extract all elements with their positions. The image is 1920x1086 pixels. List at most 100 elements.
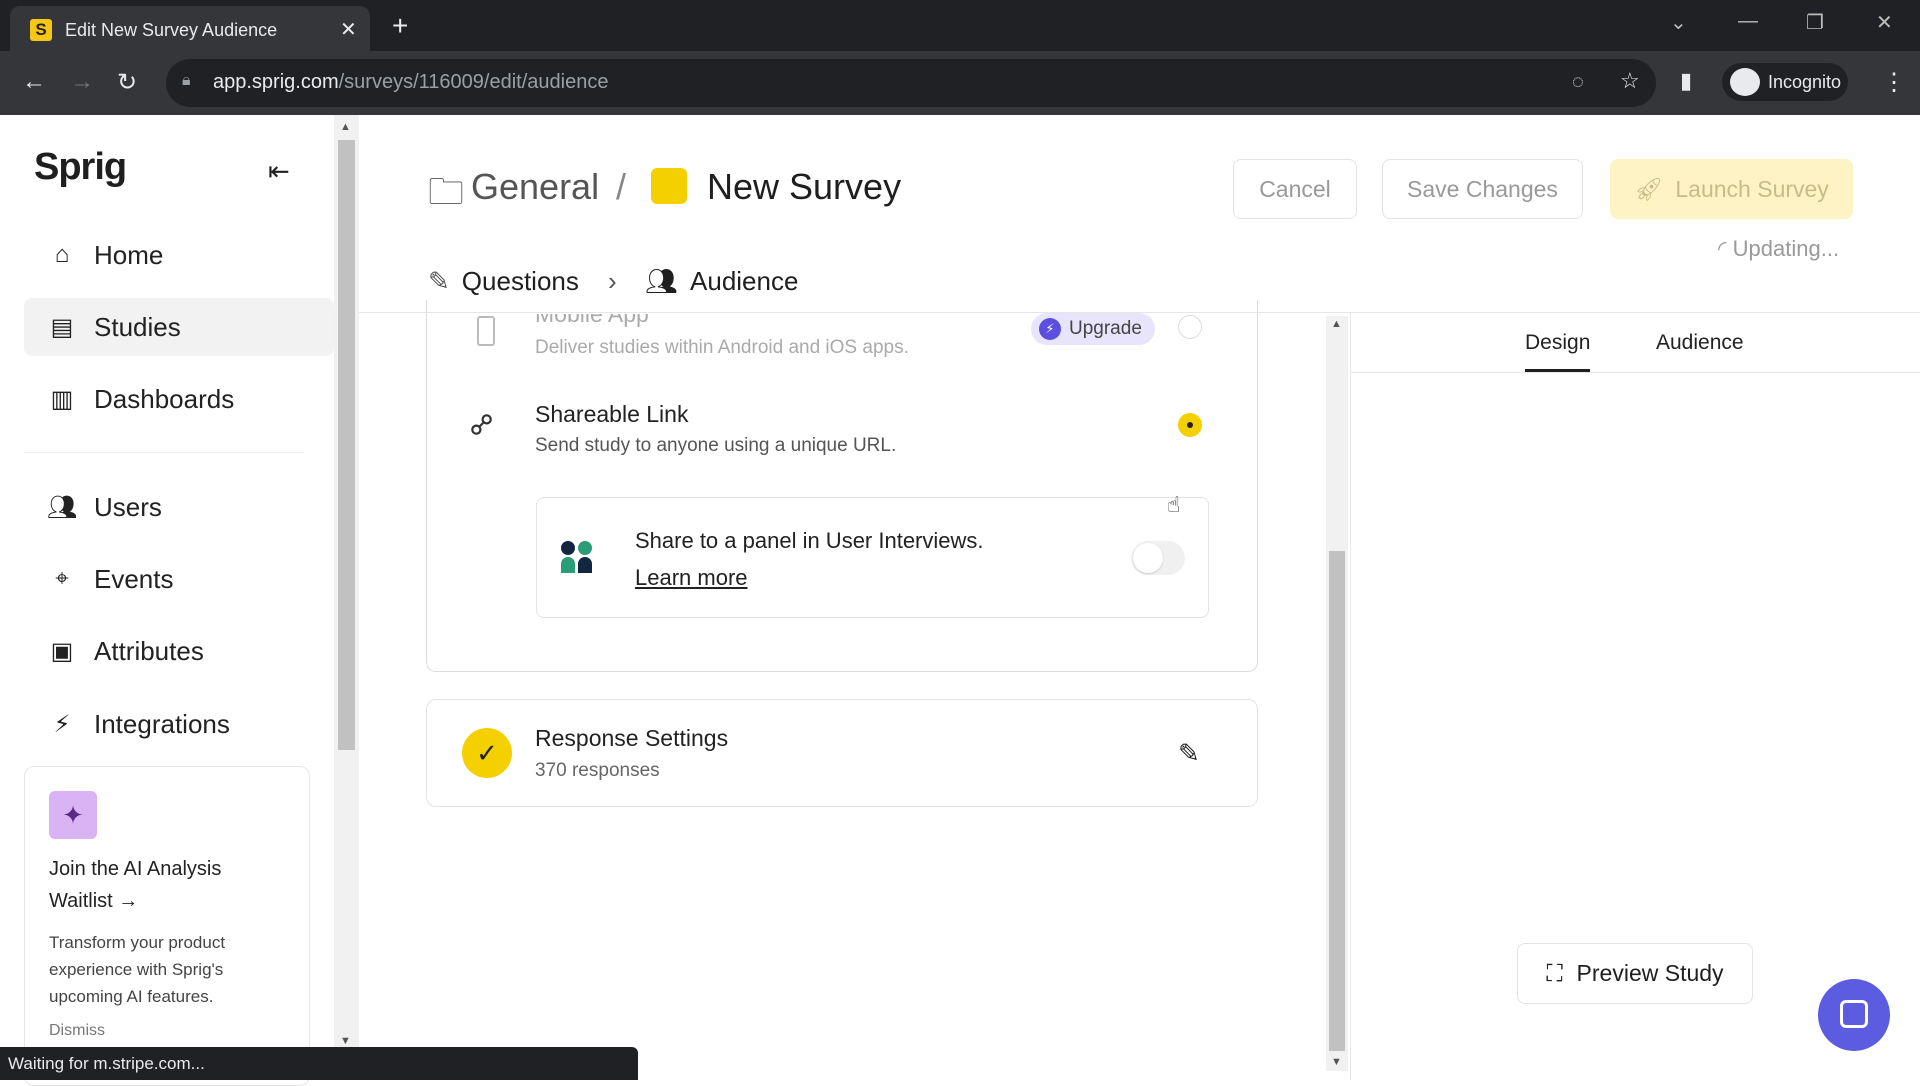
cancel-button[interactable]: Cancel: [1233, 159, 1357, 219]
url-text[interactable]: app.sprig.com/surveys/116009/edit/audien…: [213, 71, 608, 94]
sidebar-item-integrations[interactable]: ⚡︎ Integrations: [24, 695, 334, 753]
expand-icon: ⛶: [1546, 960, 1563, 986]
mobile-app-description: Deliver studies within Android and iOS a…: [535, 337, 909, 358]
sidebar-item-events[interactable]: ⌖ Events: [24, 550, 334, 608]
spinner-icon: ◜: [1718, 236, 1727, 261]
sidebar-item-label: Studies: [94, 311, 181, 342]
save-changes-button[interactable]: Save Changes: [1382, 159, 1583, 219]
back-icon[interactable]: ←: [22, 68, 46, 96]
integrations-icon: ⚡︎: [53, 710, 71, 738]
ai-waitlist-description: Transform your product experience with S…: [49, 933, 226, 1006]
tab-label: Questions: [461, 266, 579, 296]
audience-icon: 👥︎: [645, 266, 679, 296]
mobile-app-radio[interactable]: [1178, 315, 1202, 339]
dashboard-icon: ▥: [50, 385, 74, 413]
bolt-icon: ⚡︎: [1039, 318, 1061, 340]
pencil-icon[interactable]: ✎: [1178, 738, 1200, 769]
content-scrollbar-thumb[interactable]: [1329, 551, 1345, 1051]
sidebar-scrollbar-thumb[interactable]: [338, 140, 355, 750]
chat-icon: [1840, 1000, 1868, 1028]
sidebar-scroll-down-icon[interactable]: ▼: [340, 1035, 351, 1047]
close-tab-icon[interactable]: ✕: [340, 17, 357, 42]
tab-design[interactable]: Design: [1525, 331, 1590, 355]
survey-icon: [651, 168, 687, 204]
sidebar-item-home[interactable]: ⌂ Home: [24, 226, 334, 284]
dismiss-button[interactable]: Dismiss: [49, 1022, 285, 1040]
ai-waitlist-link[interactable]: Join the AI Analysis Waitlist →: [49, 853, 285, 917]
sidebar-item-dashboards[interactable]: ▥ Dashboards: [24, 370, 334, 428]
shareable-link-radio[interactable]: [1178, 413, 1202, 437]
minimize-button[interactable]: —: [1738, 10, 1758, 33]
upgrade-badge[interactable]: ⚡︎ Upgrade: [1031, 313, 1155, 345]
shareable-link-description: Send study to anyone using a unique URL.: [535, 435, 897, 456]
sidebar-divider: [24, 452, 304, 453]
studies-icon: ▤: [50, 313, 74, 341]
updating-status: ◜ Updating...: [1718, 236, 1839, 262]
browser-tab[interactable]: S Edit New Survey Audience ✕: [10, 6, 370, 51]
tab-title: Edit New Survey Audience: [65, 20, 278, 40]
reload-icon[interactable]: ↻: [117, 68, 137, 97]
tab-questions[interactable]: ✎ Questions: [428, 266, 579, 297]
check-icon: ✓: [462, 728, 512, 778]
breadcrumb-folder[interactable]: General: [471, 166, 599, 208]
preview-label: Preview Study: [1576, 960, 1724, 986]
browser-status-bar: Waiting for m.stripe.com...: [0, 1047, 638, 1080]
mobile-icon: [477, 316, 495, 346]
response-count: 370 responses: [535, 760, 660, 781]
breadcrumb-separator: /: [616, 166, 627, 207]
forward-icon[interactable]: →: [70, 68, 94, 96]
browser-tab-bar: S Edit New Survey Audience ✕ + ⌄ — ❐ ✕: [0, 0, 1920, 51]
attributes-icon: ▣: [50, 637, 74, 665]
learn-more-link[interactable]: Learn more: [635, 565, 748, 591]
tab-right-audience[interactable]: Audience: [1656, 331, 1744, 355]
incognito-icon: [1730, 68, 1760, 96]
launch-label: Launch Survey: [1675, 175, 1829, 202]
rocket-icon: 🚀︎: [1634, 175, 1664, 202]
edit-icon: ✎: [428, 266, 450, 296]
events-icon: ⌖: [55, 565, 69, 592]
ai-waitlist-card: ✦ Join the AI Analysis Waitlist → Transf…: [24, 766, 310, 1086]
sidebar-item-label: Attributes: [94, 635, 204, 666]
shareable-link-title: Shareable Link: [535, 401, 689, 427]
chat-launcher-button[interactable]: [1818, 979, 1890, 1051]
panel-divider: [1350, 312, 1351, 1080]
sidebar-item-label: Users: [94, 491, 162, 522]
upgrade-label: Upgrade: [1069, 318, 1142, 339]
menu-icon[interactable]: ⋮: [1882, 68, 1906, 97]
ai-sparkle-icon: ✦: [49, 791, 97, 839]
folder-icon: 🗀︎: [428, 171, 465, 212]
side-panel-icon[interactable]: ▮: [1680, 68, 1692, 94]
incognito-profile[interactable]: Incognito: [1722, 63, 1848, 101]
chevron-right-icon: ›: [608, 266, 617, 296]
users-icon: 👥︎: [46, 493, 78, 521]
sidebar-item-attributes[interactable]: ▣ Attributes: [24, 622, 334, 680]
tab-audience[interactable]: 👥︎ Audience: [645, 266, 798, 297]
collapse-sidebar-icon[interactable]: ⇤: [268, 156, 290, 187]
new-tab-button[interactable]: +: [392, 10, 408, 42]
close-window-button[interactable]: ✕: [1876, 10, 1893, 35]
user-interviews-toggle[interactable]: [1131, 541, 1185, 575]
response-settings-card[interactable]: [426, 699, 1258, 807]
favicon-icon: S: [30, 19, 52, 41]
user-interviews-logo-icon: [561, 541, 593, 573]
home-icon: ⌂: [54, 241, 70, 268]
preview-study-button[interactable]: ⛶ Preview Study: [1517, 943, 1753, 1004]
sidebar-scroll-up-icon[interactable]: ▲: [340, 121, 351, 133]
sidebar-item-label: Dashboards: [94, 383, 235, 414]
response-settings-title: Response Settings: [535, 725, 729, 751]
sidebar-item-users[interactable]: 👥︎ Users: [24, 478, 334, 536]
sidebar-item-studies[interactable]: ▤ Studies: [24, 298, 334, 356]
sidebar-item-label: Home: [94, 239, 164, 270]
star-icon[interactable]: ☆: [1620, 68, 1640, 94]
cursor-hand-icon: ☝︎: [1167, 492, 1181, 517]
tab-search-icon[interactable]: ⌄: [1670, 10, 1687, 35]
user-interviews-text: Share to a panel in User Interviews.: [635, 528, 984, 553]
lock-icon[interactable]: 🔒︎: [182, 72, 191, 90]
scroll-up-icon[interactable]: ▲: [1331, 318, 1342, 330]
profile-label: Incognito: [1768, 72, 1842, 92]
scroll-down-icon[interactable]: ▼: [1331, 1056, 1342, 1068]
eye-off-icon[interactable]: ◌: [1572, 71, 1584, 94]
restore-button[interactable]: ❐: [1806, 10, 1824, 35]
updating-label: Updating...: [1732, 236, 1840, 261]
launch-survey-button[interactable]: 🚀︎ Launch Survey: [1610, 159, 1853, 219]
